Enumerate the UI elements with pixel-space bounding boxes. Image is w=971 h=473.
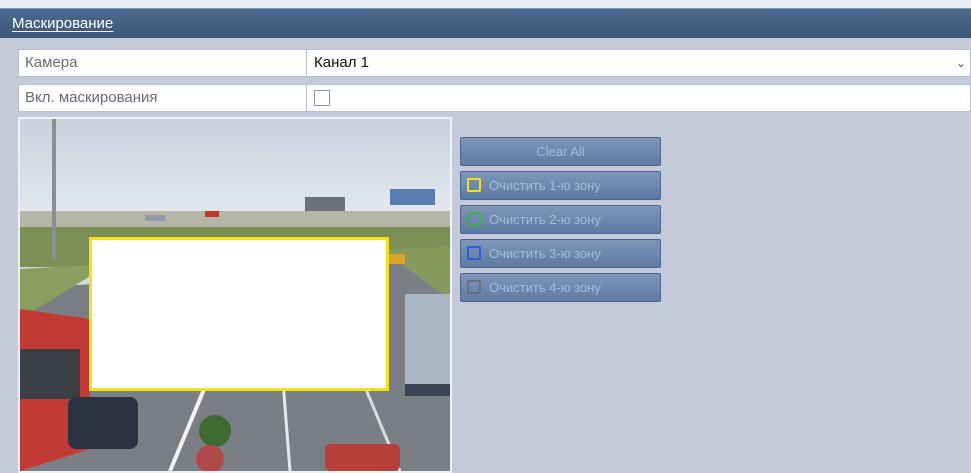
top-band: [0, 0, 971, 8]
mask-enable-checkbox[interactable]: [314, 90, 330, 106]
camera-preview[interactable]: [18, 117, 452, 473]
zone-4-color-icon: [467, 280, 481, 294]
clear-zone-3-button[interactable]: Очистить 3-ю зону: [460, 239, 661, 268]
camera-label: Камера: [19, 50, 307, 76]
clear-zone-1-label: Очистить 1-ю зону: [489, 178, 601, 193]
clear-zone-1-button[interactable]: Очистить 1-ю зону: [460, 171, 661, 200]
clear-zone-3-label: Очистить 3-ю зону: [489, 246, 601, 261]
clear-zone-4-button[interactable]: Очистить 4-ю зону: [460, 273, 661, 302]
camera-select-value[interactable]: Канал 1: [314, 50, 369, 76]
mask-enable-row: Вкл. маскирования: [18, 84, 971, 112]
zone-3-color-icon: [467, 246, 481, 260]
tab-masking[interactable]: Маскирование: [8, 13, 117, 35]
zone-2-color-icon: [467, 212, 481, 226]
tab-bar: Маскирование: [0, 8, 971, 39]
clear-zone-2-button[interactable]: Очистить 2-ю зону: [460, 205, 661, 234]
clear-all-button[interactable]: Clear All: [460, 137, 661, 166]
mask-enable-label: Вкл. маскирования: [19, 85, 307, 111]
zone-1-color-icon: [467, 178, 481, 192]
clear-zone-4-label: Очистить 4-ю зону: [489, 280, 601, 295]
clear-zone-2-label: Очистить 2-ю зону: [489, 212, 601, 227]
camera-row: Камера Канал 1 ⌄: [18, 49, 971, 77]
chevron-down-icon[interactable]: ⌄: [956, 50, 966, 76]
mask-zone-1[interactable]: [89, 237, 389, 391]
